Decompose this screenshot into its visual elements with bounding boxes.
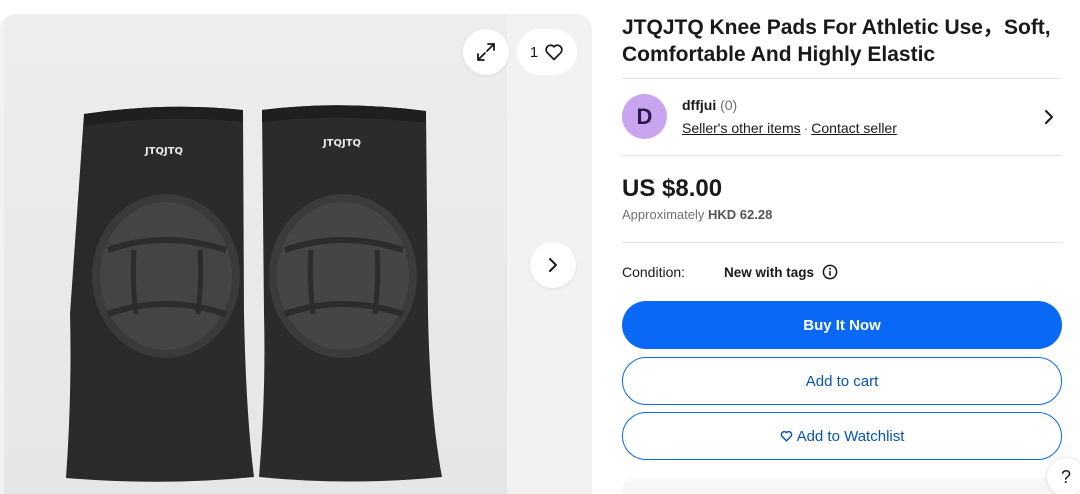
watch-count: 1 [529,43,539,61]
link-separator: · [803,120,809,136]
add-to-watchlist-label: Add to Watchlist [796,427,905,445]
condition-value: New with tags [724,264,838,280]
listing-title: JTQJTQ Knee Pads For Athletic Use，Soft, … [622,16,1051,66]
seller-avatar: D [622,94,667,139]
pad-brand-text-right: JTQJTQ [322,138,361,149]
shipping-info-card [622,478,1062,494]
info-icon[interactable] [822,264,838,280]
divider [622,155,1062,156]
approx-price: Approximately HKD 62.28 [622,207,772,222]
approx-value: HKD 62.28 [708,207,773,222]
condition-label: Condition: [622,264,686,280]
next-image-button[interactable] [530,242,576,288]
divider [622,242,1062,243]
expand-icon [477,43,495,61]
product-photo[interactable]: JTQJTQ JTQJTQ [4,14,507,494]
image-gallery: JTQJTQ JTQJTQ 1 [0,14,592,494]
seller-name-text: dffjui [682,97,717,113]
add-to-watchlist-button[interactable]: Add to Watchlist [622,412,1062,460]
seller-card[interactable]: D dffjui (0) Seller's other items · Contac… [622,94,1062,142]
add-to-cart-button[interactable]: Add to cart [622,357,1062,405]
heart-outline-icon [780,430,792,442]
watch-count-button[interactable]: 1 [517,29,577,75]
approx-label: Approximately [622,207,705,222]
heart-icon [545,44,563,61]
divider [622,78,1062,79]
contact-seller-link[interactable]: Contact seller [811,120,897,136]
expand-image-button[interactable] [463,29,509,75]
sellers-other-items-link[interactable]: Seller's other items [682,120,801,136]
seller-feedback-count: (0) [720,97,738,113]
chevron-right-icon [549,258,557,272]
price: US $8.00 [622,175,723,202]
pad-brand-text-left: JTQJTQ [144,146,183,157]
seller-links: Seller's other items · Contact seller [682,120,897,136]
seller-name: dffjui (0) [682,97,737,113]
buy-it-now-button[interactable]: Buy It Now [622,301,1062,349]
help-button[interactable]: ? [1047,458,1080,494]
condition-value-text: New with tags [724,264,815,280]
knee-pads-image: JTQJTQ JTQJTQ [66,105,442,482]
chevron-right-icon[interactable] [1042,108,1056,126]
